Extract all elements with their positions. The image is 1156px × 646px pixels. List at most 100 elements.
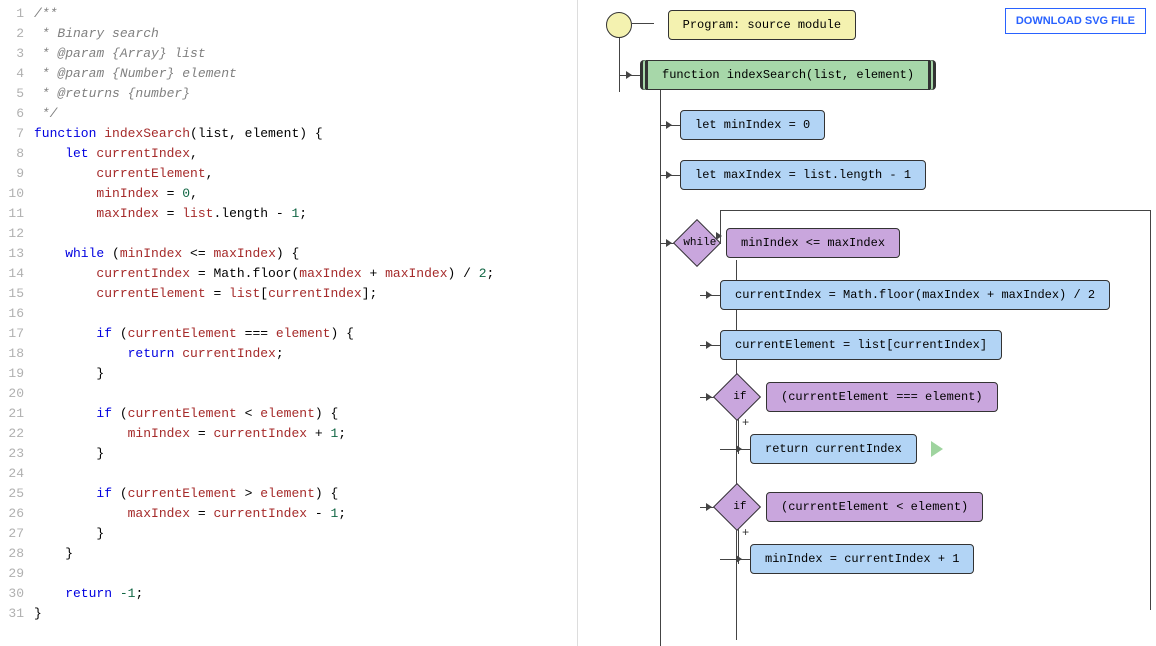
code-line: 7function indexSearch(list, element) { (0, 124, 577, 144)
line-number: 2 (0, 24, 34, 44)
code-text[interactable]: } (34, 524, 577, 544)
let-max-node: let maxIndex = list.length - 1 (680, 160, 926, 190)
line-number: 22 (0, 424, 34, 444)
line-number: 6 (0, 104, 34, 124)
code-text[interactable] (34, 384, 577, 404)
code-text[interactable]: * @returns {number} (34, 84, 577, 104)
code-text[interactable]: if (currentElement < element) { (34, 404, 577, 424)
code-line: 30 return -1; (0, 584, 577, 604)
line-number: 23 (0, 444, 34, 464)
code-text[interactable] (34, 304, 577, 324)
code-text[interactable]: /** (34, 4, 577, 24)
arrow-icon (666, 171, 672, 179)
line-number: 17 (0, 324, 34, 344)
code-line: 31} (0, 604, 577, 624)
arrow-icon (626, 71, 632, 79)
line-number: 10 (0, 184, 34, 204)
line-number: 26 (0, 504, 34, 524)
line-number: 4 (0, 64, 34, 84)
code-text[interactable]: function indexSearch(list, element) { (34, 124, 577, 144)
code-text[interactable]: minIndex = currentIndex + 1; (34, 424, 577, 444)
code-line: 25 if (currentElement > element) { (0, 484, 577, 504)
line-number: 11 (0, 204, 34, 224)
line-number: 24 (0, 464, 34, 484)
code-text[interactable]: currentIndex = Math.floor(maxIndex + max… (34, 264, 577, 284)
flowchart: Program: source module function indexSea… (578, 0, 1156, 624)
code-text[interactable]: while (minIndex <= maxIndex) { (34, 244, 577, 264)
code-body: 1/**2 * Binary search3 * @param {Array} … (0, 4, 577, 624)
line-number: 13 (0, 244, 34, 264)
code-text[interactable]: let currentIndex, (34, 144, 577, 164)
code-line: 5 * @returns {number} (0, 84, 577, 104)
assign-min-node: minIndex = currentIndex + 1 (750, 544, 974, 574)
line-number: 7 (0, 124, 34, 144)
code-text[interactable] (34, 564, 577, 584)
line-number: 28 (0, 544, 34, 564)
code-text[interactable] (34, 464, 577, 484)
code-text[interactable]: } (34, 364, 577, 384)
line-number: 16 (0, 304, 34, 324)
plus-icon: + (742, 416, 749, 430)
code-line: 3 * @param {Array} list (0, 44, 577, 64)
return-node: return currentIndex (750, 434, 917, 464)
line-number: 25 (0, 484, 34, 504)
line-number: 31 (0, 604, 34, 624)
code-line: 29 (0, 564, 577, 584)
code-line: 22 minIndex = currentIndex + 1; (0, 424, 577, 444)
if1-diamond: if (713, 373, 761, 421)
plus-icon: + (742, 526, 749, 540)
code-line: 4 * @param {Number} element (0, 64, 577, 84)
line-number: 29 (0, 564, 34, 584)
code-text[interactable]: return -1; (34, 584, 577, 604)
code-line: 24 (0, 464, 577, 484)
code-text[interactable]: * Binary search (34, 24, 577, 44)
code-text[interactable]: currentElement, (34, 164, 577, 184)
code-line: 17 if (currentElement === element) { (0, 324, 577, 344)
code-text[interactable]: * @param {Number} element (34, 64, 577, 84)
line-number: 30 (0, 584, 34, 604)
code-editor-pane[interactable]: 1/**2 * Binary search3 * @param {Array} … (0, 0, 578, 646)
flowchart-pane[interactable]: DOWNLOAD SVG FILE Program: source module… (578, 0, 1156, 646)
code-text[interactable]: currentElement = list[currentIndex]; (34, 284, 577, 304)
assign-elem-node: currentElement = list[currentIndex] (720, 330, 1002, 360)
code-text[interactable]: maxIndex = currentIndex - 1; (34, 504, 577, 524)
code-line: 28 } (0, 544, 577, 564)
code-text[interactable]: } (34, 604, 577, 624)
arrow-icon (706, 503, 712, 511)
while-diamond: while (673, 219, 721, 267)
code-line: 1/** (0, 4, 577, 24)
code-line: 19 } (0, 364, 577, 384)
line-number: 14 (0, 264, 34, 284)
arrow-icon (736, 445, 742, 453)
while-cond-node: minIndex <= maxIndex (726, 228, 900, 258)
code-text[interactable]: */ (34, 104, 577, 124)
arrow-icon (666, 239, 672, 247)
function-node: function indexSearch(list, element) (640, 60, 936, 90)
code-text[interactable]: * @param {Array} list (34, 44, 577, 64)
program-node: Program: source module (668, 10, 856, 40)
code-line: 18 return currentIndex; (0, 344, 577, 364)
line-number: 9 (0, 164, 34, 184)
code-line: 10 minIndex = 0, (0, 184, 577, 204)
assign-index-node: currentIndex = Math.floor(maxIndex + max… (720, 280, 1110, 310)
code-text[interactable]: if (currentElement === element) { (34, 324, 577, 344)
line-number: 15 (0, 284, 34, 304)
code-text[interactable]: } (34, 444, 577, 464)
arrow-icon (666, 121, 672, 129)
arrow-icon (706, 341, 712, 349)
code-line: 11 maxIndex = list.length - 1; (0, 204, 577, 224)
code-line: 15 currentElement = list[currentIndex]; (0, 284, 577, 304)
code-text[interactable]: } (34, 544, 577, 564)
code-text[interactable]: if (currentElement > element) { (34, 484, 577, 504)
code-line: 21 if (currentElement < element) { (0, 404, 577, 424)
line-number: 19 (0, 364, 34, 384)
code-line: 14 currentIndex = Math.floor(maxIndex + … (0, 264, 577, 284)
code-text[interactable] (34, 224, 577, 244)
code-text[interactable]: minIndex = 0, (34, 184, 577, 204)
arrow-icon (706, 393, 712, 401)
line-number: 3 (0, 44, 34, 64)
code-text[interactable]: return currentIndex; (34, 344, 577, 364)
code-line: 26 maxIndex = currentIndex - 1; (0, 504, 577, 524)
start-node (606, 12, 632, 38)
code-text[interactable]: maxIndex = list.length - 1; (34, 204, 577, 224)
